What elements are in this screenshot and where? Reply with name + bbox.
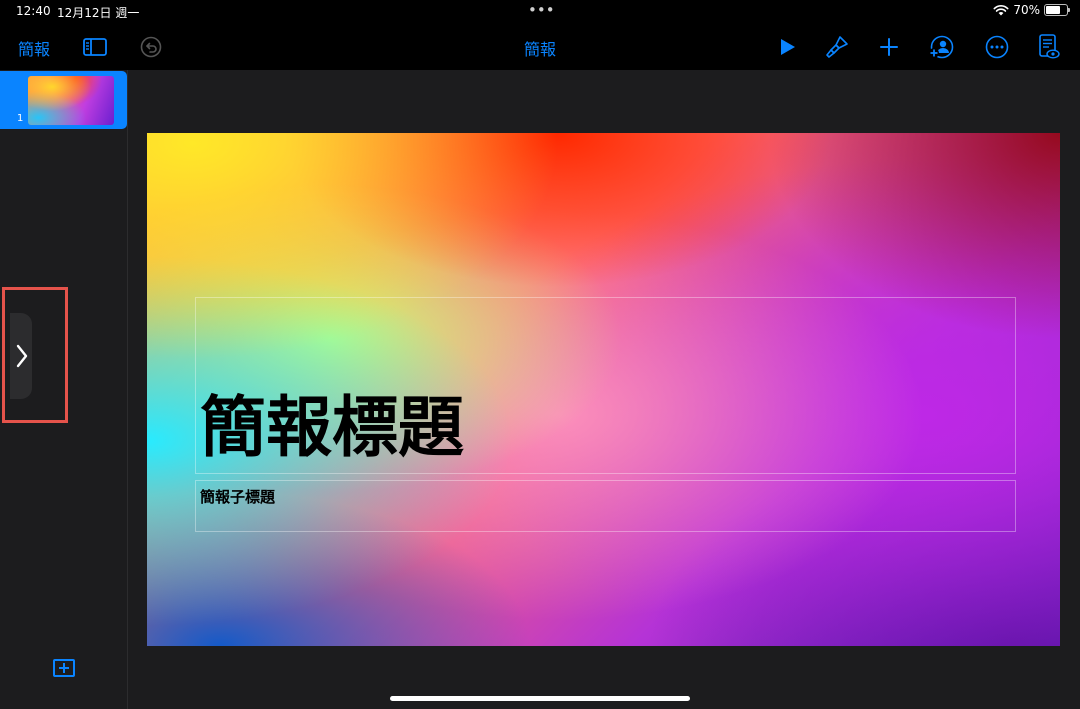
- battery-icon: [1044, 4, 1070, 16]
- add-slide-button[interactable]: [53, 659, 75, 677]
- more-icon: [985, 35, 1009, 59]
- collaborate-button[interactable]: [928, 34, 954, 60]
- add-icon: [880, 38, 898, 56]
- battery-tip: [1068, 8, 1070, 12]
- multitasking-dots[interactable]: •••: [528, 1, 555, 19]
- home-indicator[interactable]: [390, 696, 690, 701]
- presenter-notes-button[interactable]: [1036, 34, 1062, 60]
- slide-canvas: 簡報標題 簡報子標題: [129, 71, 1080, 709]
- navigator-expand-handle[interactable]: [10, 313, 32, 399]
- format-button[interactable]: [824, 34, 850, 60]
- slide-number: 1: [17, 113, 24, 124]
- insert-button[interactable]: [876, 34, 902, 60]
- presenter-notes-icon: [1039, 34, 1060, 59]
- collaborate-icon: [929, 35, 954, 59]
- play-button[interactable]: [774, 34, 800, 60]
- status-date: 12月12日 週一: [57, 6, 140, 20]
- keynote-app: 12:40 12月12日 週一 ••• 70% 簡報 簡報 1 簡報標題 簡報子…: [0, 0, 1080, 709]
- slide[interactable]: 簡報標題 簡報子標題: [147, 133, 1060, 646]
- navigator-expand-handle-highlight: [2, 287, 68, 423]
- status-time: 12:40: [16, 4, 51, 18]
- wifi-icon: [993, 5, 1009, 16]
- title-placeholder[interactable]: 簡報標題: [195, 297, 1016, 474]
- slide-title: 簡報標題: [200, 389, 464, 466]
- play-icon: [781, 39, 795, 55]
- document-title: 簡報: [523, 40, 556, 59]
- battery-percent: 70%: [1013, 3, 1040, 17]
- battery-fill: [1046, 6, 1060, 14]
- slide-subtitle: 簡報子標題: [200, 488, 276, 506]
- format-brush-icon: [826, 36, 848, 58]
- slide-thumbnail[interactable]: [28, 76, 114, 125]
- status-right: 70%: [993, 3, 1070, 17]
- subtitle-placeholder[interactable]: 簡報子標題: [195, 480, 1016, 532]
- top-bar: 12:40 12月12日 週一 ••• 70% 簡報 簡報: [0, 0, 1080, 70]
- slide-thumbnail-row[interactable]: 1: [0, 71, 127, 129]
- chevron-right-icon: [16, 344, 28, 368]
- more-button[interactable]: [984, 34, 1010, 60]
